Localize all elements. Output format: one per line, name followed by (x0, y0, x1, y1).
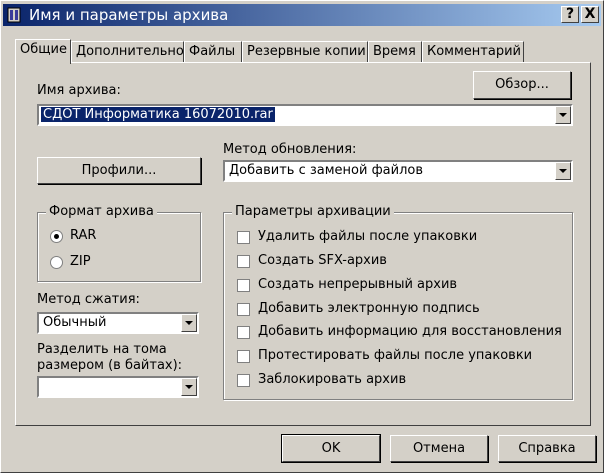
tab-backup[interactable]: Резервные копии (242, 41, 368, 62)
compression-method-combo[interactable]: Обычный (37, 312, 199, 334)
test-files-label[interactable]: Протестировать файлы после упаковки (258, 348, 532, 363)
update-method-value: Добавить с заменой файлов (229, 163, 424, 178)
split-volumes-combo[interactable] (37, 376, 199, 398)
lock-archive-label[interactable]: Заблокировать архив (258, 372, 406, 387)
lock-archive-checkbox[interactable] (237, 374, 250, 387)
delete-files-checkbox[interactable] (237, 231, 250, 244)
window-title: Имя и параметры архива (29, 6, 229, 24)
test-files-checkbox[interactable] (237, 350, 250, 363)
recovery-record-label[interactable]: Добавить информацию для восстановления (258, 324, 562, 339)
tab-time[interactable]: Время (368, 41, 422, 62)
close-title-button[interactable]: X (581, 6, 599, 23)
chevron-down-icon[interactable] (181, 314, 197, 332)
split-volumes-label-line1: Разделить на тома (37, 342, 167, 357)
browse-button[interactable]: Обзор... (473, 71, 571, 99)
archive-dialog: Имя и параметры архива ? X Общие Дополни… (0, 0, 604, 473)
split-volumes-label-line2: размером (в байтах): (37, 358, 183, 373)
create-sfx-label[interactable]: Создать SFX-архив (258, 253, 387, 268)
digital-signature-checkbox[interactable] (237, 303, 250, 316)
archive-name-label: Имя архива: (37, 83, 121, 98)
update-method-combo[interactable]: Добавить с заменой файлов (223, 160, 573, 182)
title-bar[interactable]: Имя и параметры архива ? X (3, 4, 601, 26)
rar-radio[interactable] (50, 230, 63, 243)
chevron-down-icon[interactable] (555, 106, 571, 124)
chevron-down-icon[interactable] (181, 378, 197, 396)
compression-method-label: Метод сжатия: (37, 292, 140, 307)
archive-icon (7, 7, 21, 23)
solid-archive-checkbox[interactable] (237, 279, 250, 292)
tab-files[interactable]: Файлы (184, 41, 242, 62)
delete-files-label[interactable]: Удалить файлы после упаковки (258, 229, 477, 244)
archive-format-group: Формат архива (37, 204, 201, 282)
tab-comment[interactable]: Комментарий (422, 41, 524, 62)
solid-archive-label[interactable]: Создать непрерывный архив (258, 277, 457, 292)
help-button[interactable]: Справка (498, 435, 596, 462)
tab-advanced[interactable]: Дополнительно (71, 41, 184, 62)
archive-options-title: Параметры архивации (232, 204, 394, 219)
compression-method-value: Обычный (43, 315, 107, 330)
ok-button[interactable]: OK (281, 434, 381, 463)
zip-radio[interactable] (50, 256, 63, 269)
create-sfx-checkbox[interactable] (237, 255, 250, 268)
update-method-label: Метод обновления: (223, 142, 357, 157)
cancel-button[interactable]: Отмена (390, 435, 488, 462)
archive-name-value: СДОТ Информатика 16072010.rar (41, 107, 275, 122)
rar-label[interactable]: RAR (70, 228, 96, 243)
profiles-button[interactable]: Профили... (37, 157, 201, 184)
archive-format-title: Формат архива (46, 204, 157, 219)
chevron-down-icon[interactable] (555, 162, 571, 180)
digital-signature-label[interactable]: Добавить электронную подпись (258, 301, 480, 316)
tab-general[interactable]: Общие (15, 39, 71, 64)
zip-label[interactable]: ZIP (70, 254, 91, 269)
help-title-button[interactable]: ? (561, 6, 579, 23)
recovery-record-checkbox[interactable] (237, 326, 250, 339)
archive-name-combo[interactable]: СДОТ Информатика 16072010.rar (37, 104, 573, 126)
